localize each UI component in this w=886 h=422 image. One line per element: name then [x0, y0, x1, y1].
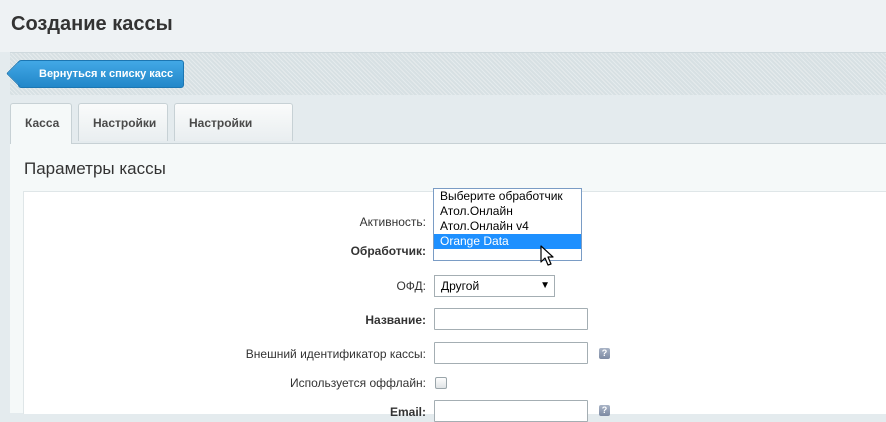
email-label: Email:	[389, 405, 426, 419]
section-title: Параметры кассы	[24, 159, 166, 178]
email-input[interactable]	[434, 400, 588, 422]
help-icon[interactable]: ?	[599, 405, 610, 416]
name-input[interactable]	[434, 308, 588, 330]
back-to-list-button[interactable]: Вернуться к списку касс	[18, 60, 185, 88]
toolbar: Вернуться к списку касс	[10, 52, 886, 95]
ofd-label: ОФД:	[396, 279, 426, 293]
help-icon[interactable]: ?	[599, 348, 610, 359]
title-bar: Создание кассы	[0, 0, 886, 52]
dropdown-option[interactable]: Атол.Онлайн	[434, 204, 581, 219]
dropdown-option[interactable]: Атол.Онлайн v4	[434, 219, 581, 234]
tab-settings[interactable]: Настройки	[78, 103, 168, 141]
chevron-down-icon: ▼	[540, 280, 550, 291]
page-title: Создание кассы	[11, 13, 173, 35]
offline-label: Используется оффлайн:	[290, 376, 426, 390]
external-id-label: Внешний идентификатор кассы:	[245, 347, 426, 361]
offline-checkbox[interactable]	[435, 377, 447, 389]
external-id-input[interactable]	[434, 342, 588, 364]
dropdown-option[interactable]: Выберите обработчик	[434, 189, 581, 204]
name-label: Название:	[365, 313, 426, 327]
active-label: Активность:	[359, 215, 426, 229]
tab-cashbox[interactable]: Касса	[10, 103, 72, 144]
ofd-select[interactable]: Другой ▼	[434, 275, 555, 297]
handler-dropdown-list[interactable]: Выберите обработчик Атол.Онлайн Атол.Онл…	[433, 188, 582, 261]
back-button-label: Вернуться к списку касс	[39, 68, 174, 80]
tab-bar: Касса Настройки Настройки ОФД	[10, 103, 886, 168]
ofd-select-value: Другой	[441, 279, 480, 293]
tab-ofd-settings[interactable]: Настройки ОФД	[174, 103, 293, 168]
handler-label: Обработчик:	[350, 244, 426, 258]
content-area: Параметры кассы Активность: Обработчик: …	[10, 143, 886, 422]
mouse-cursor-icon	[540, 245, 554, 266]
dropdown-option-selected[interactable]: Orange Data	[434, 234, 581, 249]
